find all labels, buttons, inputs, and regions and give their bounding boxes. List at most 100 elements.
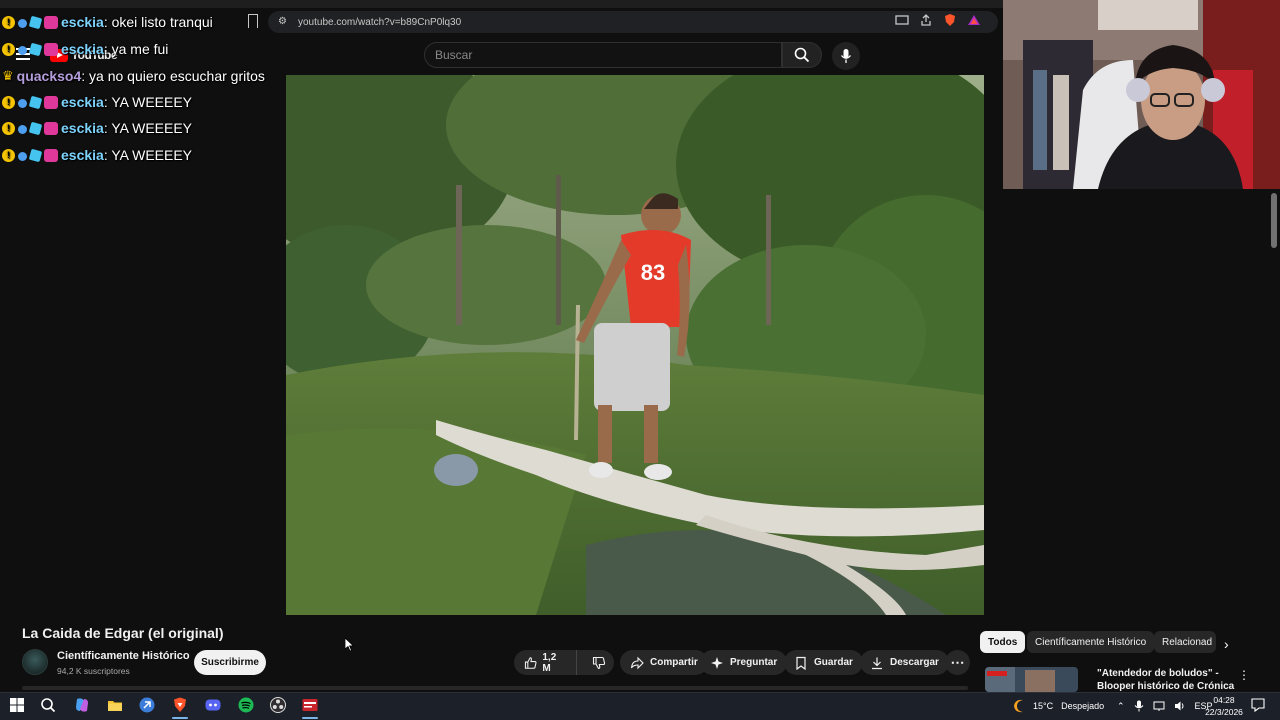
clock-date: 22/3/2026 <box>1205 707 1243 717</box>
like-dislike-group: 1,2 M <box>514 650 614 675</box>
download-icon <box>872 657 882 669</box>
ask-button[interactable]: Preguntar <box>700 650 788 675</box>
scrollbar-thumb[interactable] <box>1271 193 1277 248</box>
badge-icon <box>18 151 27 161</box>
badge-icon <box>28 42 43 56</box>
description-box[interactable] <box>22 686 968 690</box>
recommendation-title-line: "Atendedor de boludos" - <box>1097 668 1219 679</box>
chat-message: ♛ quackso4: ya no quiero escuchar gritos <box>2 66 265 86</box>
chip-todos[interactable]: Todos <box>980 631 1026 653</box>
file-explorer-icon[interactable] <box>106 696 124 714</box>
chevron-up-icon[interactable]: ⌃ <box>1117 701 1125 712</box>
chat-text: : YA WEEEEY <box>103 147 193 163</box>
copilot-icon[interactable] <box>73 696 91 714</box>
channel-avatar[interactable] <box>22 649 48 675</box>
weather-widget[interactable]: 15°C Despejado <box>1012 692 1104 720</box>
dislike-button[interactable] <box>583 650 614 675</box>
weather-temp: 15°C <box>1033 701 1054 711</box>
badge-icon <box>18 45 27 55</box>
like-button[interactable]: 1,2 M <box>514 650 578 675</box>
chat-username: esckia <box>61 94 104 110</box>
chat-username: quackso4 <box>16 68 82 84</box>
share-label: Compartir <box>650 657 698 668</box>
ask-label: Preguntar <box>730 657 778 668</box>
chat-text: : ya me fui <box>103 41 169 57</box>
address-bar[interactable]: ⚙ youtube.com/watch?v=b89CnP0lq30 <box>268 11 998 33</box>
badge-icon <box>18 124 27 134</box>
taskbar-search-icon[interactable] <box>39 696 57 714</box>
more-actions-button[interactable]: ⋯ <box>945 650 970 675</box>
browser-tabstrip <box>0 0 1003 8</box>
screen: ⚙ youtube.com/watch?v=b89CnP0lq30 YouTub… <box>0 0 1280 720</box>
badge-icon <box>28 95 43 109</box>
badge-icon <box>18 18 27 28</box>
voice-search-button[interactable] <box>832 42 860 70</box>
search-icon <box>794 47 810 63</box>
vertical-dots-icon[interactable]: ⋮ <box>1238 668 1250 682</box>
moon-weather-icon <box>1014 699 1023 713</box>
sub-badge-icon: ! <box>2 42 15 56</box>
chat-message: ! esckia: okei listo tranqui <box>2 12 213 32</box>
recommendation-thumbnail[interactable] <box>985 667 1078 692</box>
chat-text: : YA WEEEEY <box>103 120 193 136</box>
thumbs-down-icon <box>592 656 605 669</box>
network-icon[interactable] <box>1153 700 1165 712</box>
jersey-number: 83 <box>641 260 665 285</box>
badge-icon <box>28 121 43 135</box>
video-title: La Caida de Edgar (el original) <box>22 625 224 641</box>
badge-icon <box>44 121 58 135</box>
video-frame: 83 <box>286 75 984 615</box>
badge-icon <box>28 15 43 29</box>
chat-text: : okei listo tranqui <box>103 14 213 30</box>
share-arrow-icon <box>630 656 644 669</box>
discord-icon[interactable] <box>204 696 222 714</box>
video-player[interactable]: 83 <box>286 75 984 615</box>
download-button[interactable]: Descargar <box>860 650 949 675</box>
system-clock[interactable]: 04:28 22/3/2026 <box>1200 694 1248 718</box>
badge-icon <box>44 42 58 56</box>
cast-icon[interactable] <box>895 13 909 27</box>
site-info-icon[interactable]: ⚙ <box>278 16 290 28</box>
page-scrollbar[interactable] <box>1269 189 1280 684</box>
chat-username: esckia <box>61 147 104 163</box>
bookmark-icon[interactable] <box>248 14 258 28</box>
sub-badge-icon: ! <box>2 95 15 109</box>
search-button[interactable] <box>782 42 822 68</box>
search-box[interactable] <box>424 42 782 68</box>
app-icon[interactable] <box>138 696 156 714</box>
brave-shield-icon[interactable] <box>943 13 957 27</box>
brave-browser-icon[interactable] <box>171 696 189 714</box>
chip-channel[interactable]: Científicamente Histórico <box>1027 631 1155 653</box>
bookmark-save-icon <box>796 656 806 670</box>
active-app-indicator <box>172 717 188 719</box>
channel-name[interactable]: Científicamente Histórico <box>57 650 190 662</box>
share-button[interactable]: Compartir <box>620 650 708 675</box>
subscribe-button[interactable]: Suscribirme <box>194 650 266 675</box>
spotify-icon[interactable] <box>237 696 255 714</box>
mouse-cursor-icon <box>345 638 355 652</box>
microphone-icon <box>840 49 852 63</box>
badge-icon <box>44 95 58 109</box>
app-window-icon[interactable] <box>301 696 319 714</box>
chevron-right-icon[interactable]: › <box>1224 637 1238 651</box>
webcam-feed <box>1003 0 1280 189</box>
volume-icon[interactable] <box>1174 700 1186 712</box>
microphone-tray-icon[interactable] <box>1134 700 1144 712</box>
chat-text: : ya no quiero escuchar gritos <box>81 68 265 84</box>
notifications-icon[interactable] <box>1250 697 1266 713</box>
chat-username: esckia <box>61 14 104 30</box>
more-icon: ⋯ <box>950 654 965 670</box>
search-input[interactable] <box>435 48 781 62</box>
save-button[interactable]: Guardar <box>784 650 863 675</box>
obs-studio-icon[interactable] <box>269 696 287 714</box>
chat-message: ! esckia: YA WEEEEY <box>2 145 192 165</box>
chat-message: ! esckia: YA WEEEEY <box>2 92 192 112</box>
sub-badge-icon: ! <box>2 121 15 135</box>
windows-start-icon[interactable] <box>8 696 26 714</box>
chip-related[interactable]: Relacionad <box>1154 631 1216 653</box>
brave-rewards-icon[interactable] <box>967 13 981 27</box>
share-icon[interactable] <box>919 13 933 27</box>
weather-desc: Despejado <box>1061 701 1105 711</box>
clock-time: 04:28 <box>1213 695 1235 705</box>
webcam-overlay <box>1003 0 1280 189</box>
